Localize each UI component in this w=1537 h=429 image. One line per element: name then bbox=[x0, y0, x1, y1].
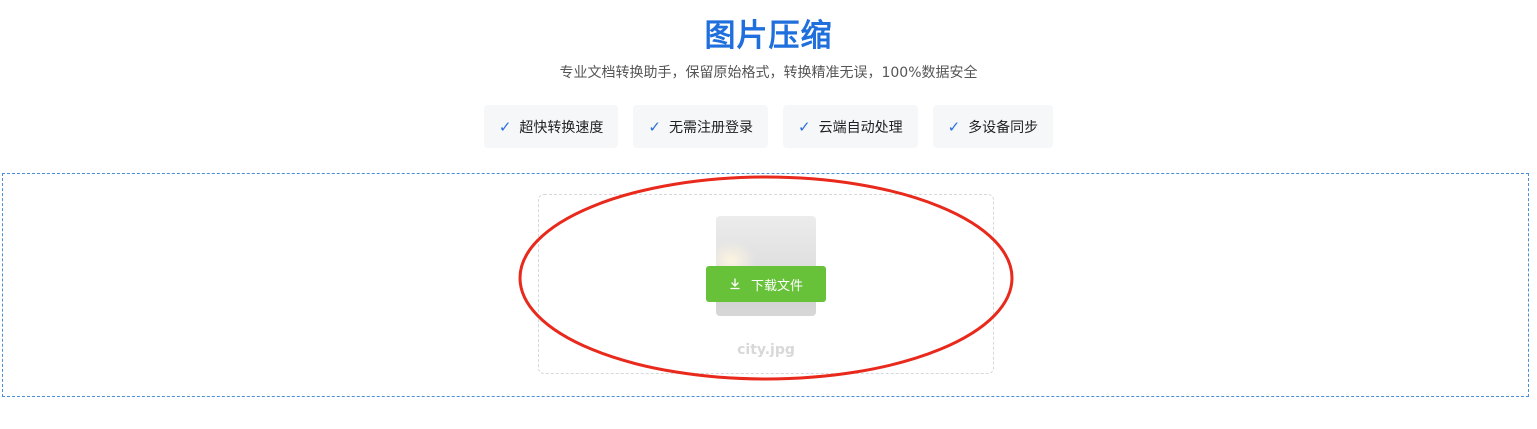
download-button[interactable]: 下载文件 bbox=[706, 266, 826, 302]
page-title: 图片压缩 bbox=[704, 18, 833, 54]
check-icon: ✓ bbox=[498, 117, 512, 136]
feature-label: 云端自动处理 bbox=[818, 119, 903, 136]
download-icon bbox=[729, 278, 741, 290]
check-icon: ✓ bbox=[648, 117, 661, 136]
feature-label: 无需注册登录 bbox=[669, 119, 753, 136]
page-subtitle: 专业文档转换助手，保留原始格式，转换精准无误，100%数据安全 bbox=[559, 65, 978, 81]
feature-list: ✓ 超快转换速度 ✓ 无需注册登录 ✓ 云端自动处理 ✓ 多设备同步 bbox=[0, 105, 1537, 148]
feature-label: 超快转换速度 bbox=[519, 119, 604, 136]
feature-badge: ✓ 多设备同步 bbox=[932, 105, 1054, 148]
check-icon: ✓ bbox=[947, 117, 961, 136]
download-button-label: 下载文件 bbox=[750, 278, 803, 294]
feature-badge: ✓ 无需注册登录 bbox=[633, 105, 768, 148]
page: 图片压缩 专业文档转换助手，保留原始格式，转换精准无误，100%数据安全 ✓ 超… bbox=[0, 0, 1537, 429]
file-name: city.jpg bbox=[737, 342, 795, 358]
feature-label: 多设备同步 bbox=[968, 119, 1039, 136]
feature-badge: ✓ 超快转换速度 bbox=[483, 105, 619, 148]
feature-badge: ✓ 云端自动处理 bbox=[783, 105, 918, 148]
check-icon: ✓ bbox=[798, 117, 811, 136]
